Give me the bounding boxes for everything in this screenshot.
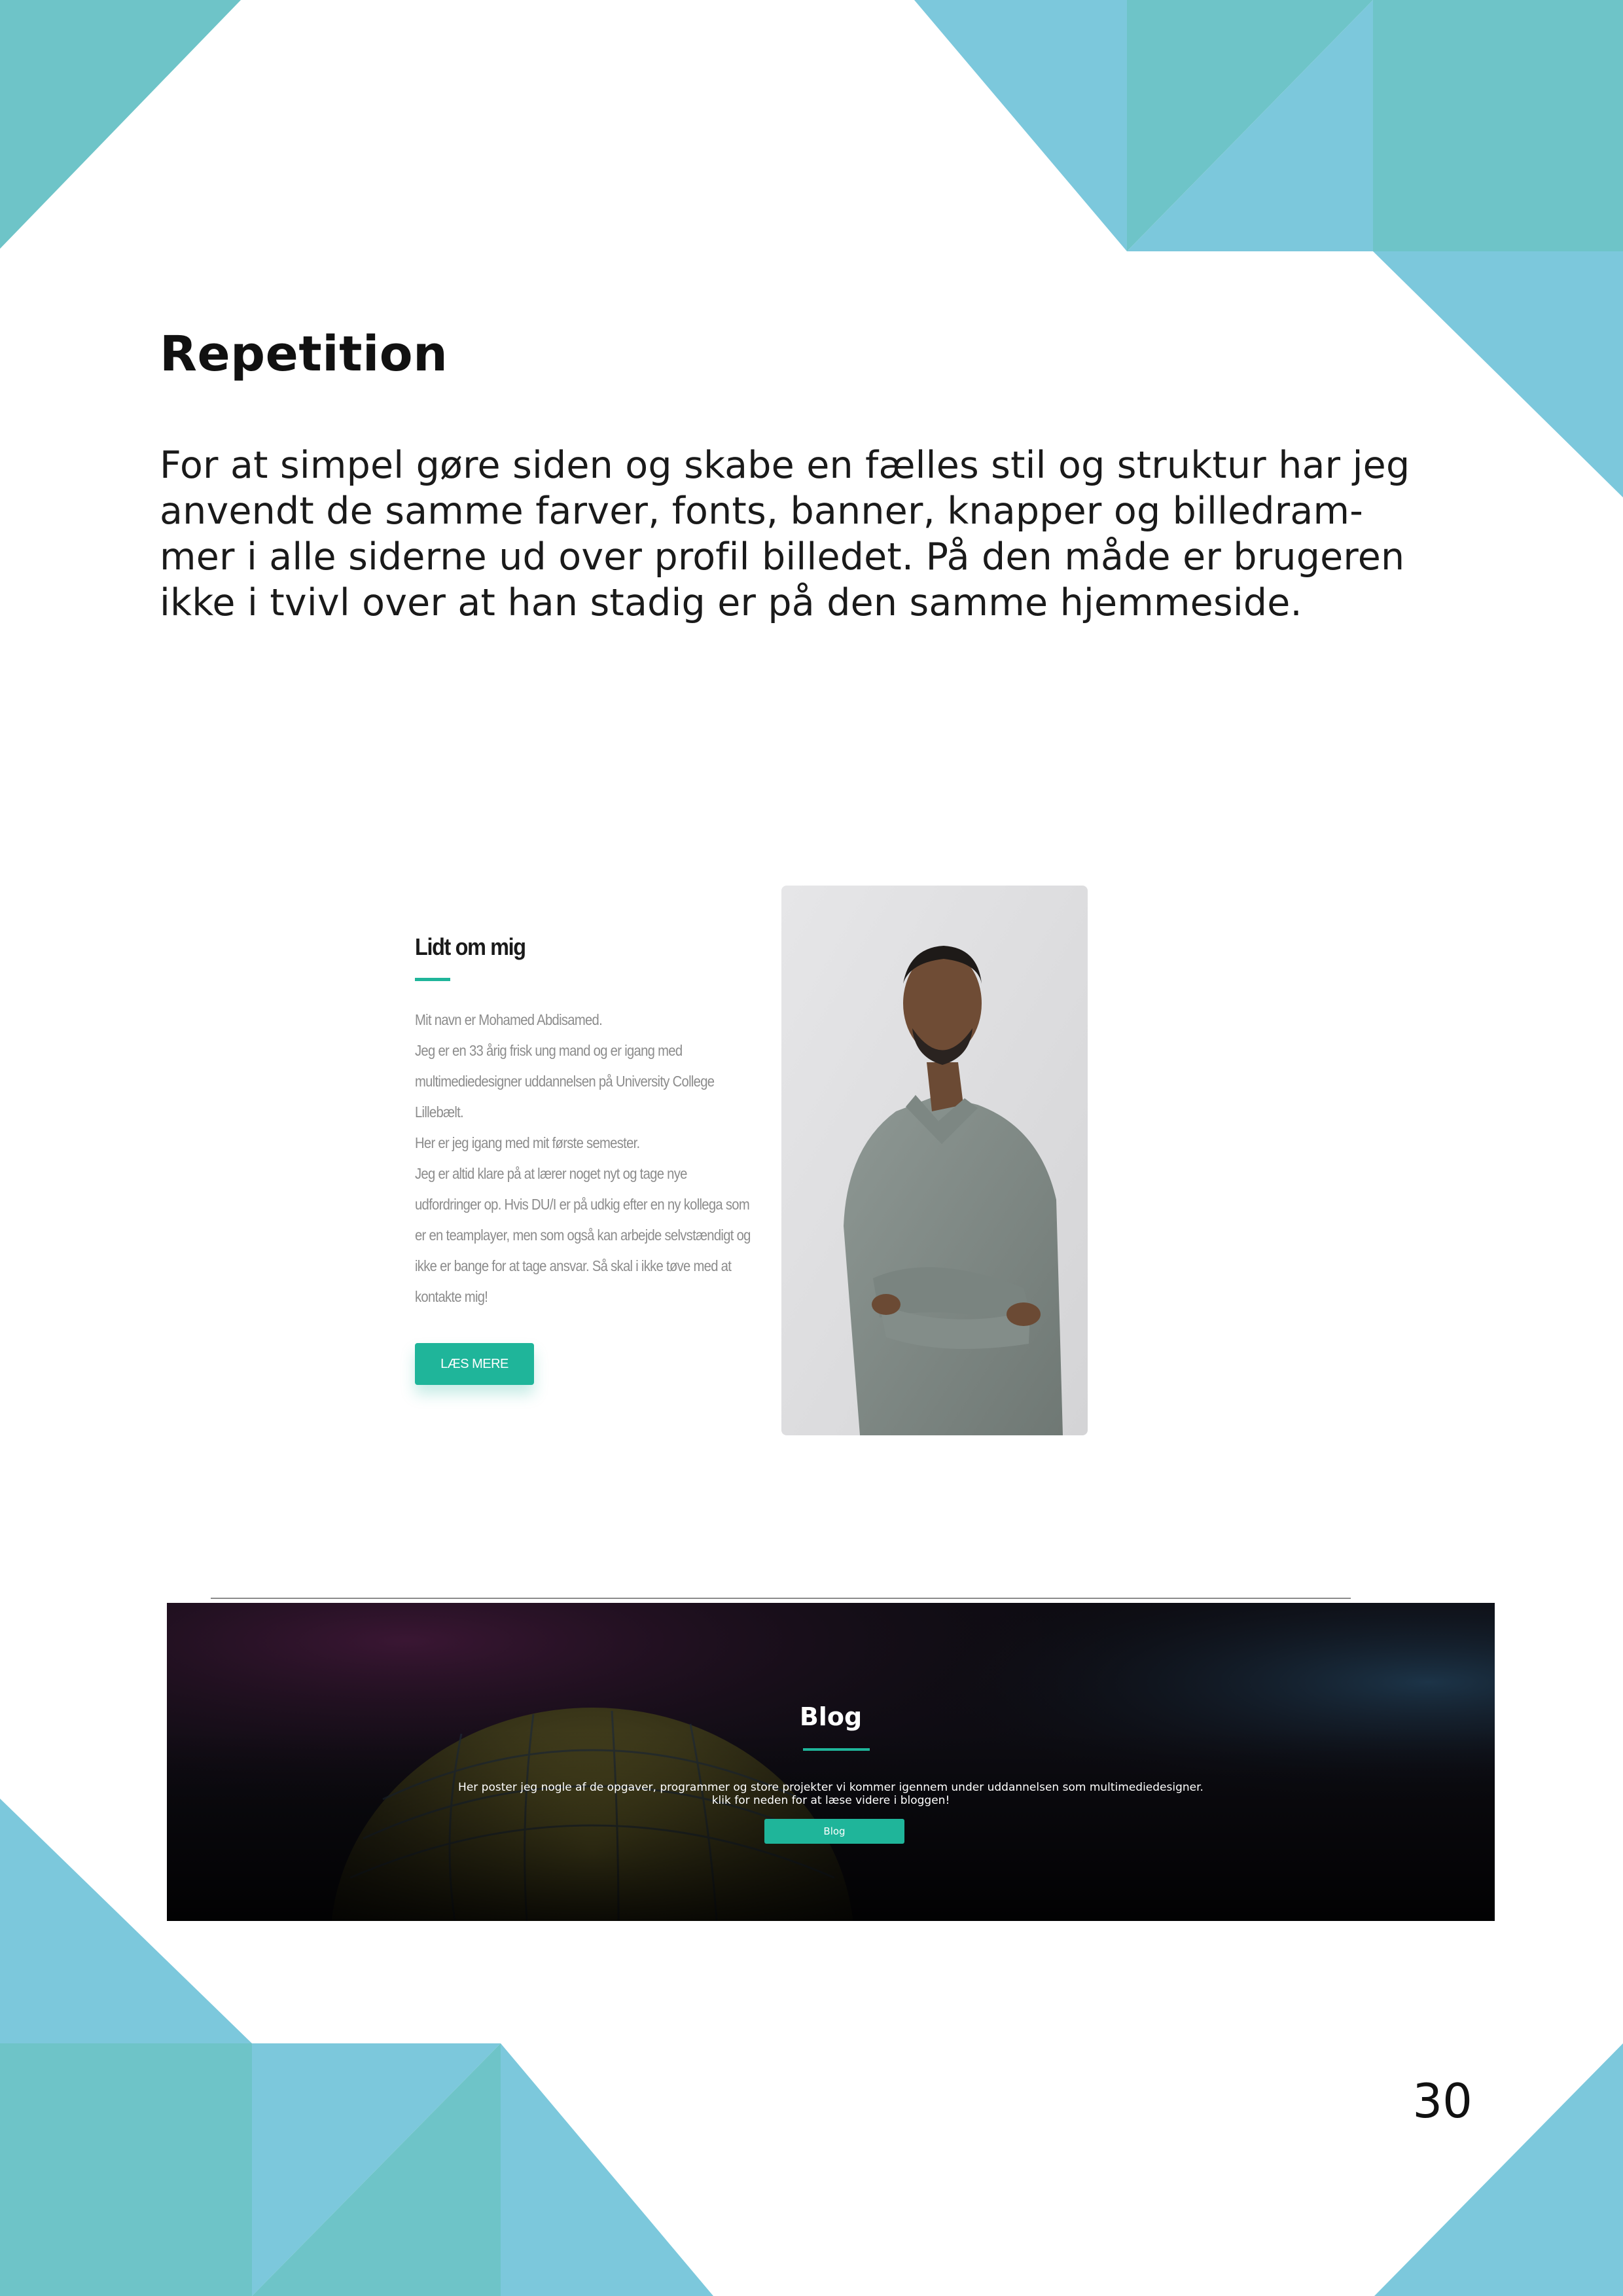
blog-description: Her poster jeg nogle af de opgaver, prog… [167, 1781, 1495, 1807]
profile-photo [781, 886, 1088, 1435]
body-line: anvendt de samme farver, fonts, banner, … [160, 490, 1364, 533]
page-number: 30 [1412, 2073, 1472, 2128]
body-line: ikke i tvivl over at han stadig er på de… [160, 581, 1302, 624]
about-line: Her er jeg igang med mit første semester… [415, 1134, 640, 1151]
about-line: multimediedesigner uddannelsen på Univer… [415, 1073, 715, 1090]
blog-banner: Blog Her poster jeg nogle af de opgaver,… [167, 1603, 1495, 1921]
about-line: ikke er bange for at tage ansvar. Så ska… [415, 1257, 732, 1274]
blog-banner-background [167, 1603, 1495, 1921]
blog-button[interactable]: Blog [764, 1819, 904, 1844]
about-text: Mit navn er Mohamed Abdisamed. Jeg er en… [415, 1005, 751, 1312]
about-line: Jeg er en 33 årig frisk ung mand og er i… [415, 1042, 683, 1059]
blog-title: Blog [799, 1702, 863, 1731]
section-divider [211, 1598, 1351, 1599]
about-line: er en teamplayer, men som også kan arbej… [415, 1227, 751, 1244]
blog-line: Her poster jeg nogle af de opgaver, prog… [458, 1781, 1204, 1794]
about-line: Mit navn er Mohamed Abdisamed. [415, 1011, 603, 1028]
page-heading: Repetition [160, 326, 448, 382]
about-title: Lidt om mig [415, 933, 526, 960]
body-paragraph: For at simpel gøre siden og skabe en fæl… [160, 442, 1469, 626]
about-line: kontakte mig! [415, 1288, 488, 1305]
blog-title-underline [803, 1748, 870, 1751]
body-line: mer i alle siderne ud over profil billed… [160, 535, 1405, 579]
about-line: Jeg er altid klare på at lærer noget nyt… [415, 1165, 687, 1182]
about-line: udfordringer op. Hvis DU/I er på udkig e… [415, 1196, 750, 1213]
about-line: Lillebælt. [415, 1103, 464, 1121]
blog-line: klik for neden for at læse videre i blog… [711, 1794, 950, 1807]
read-more-button[interactable]: LÆS MERE [415, 1343, 534, 1385]
about-title-underline [415, 978, 450, 981]
body-line: For at simpel gøre siden og skabe en fæl… [160, 444, 1410, 487]
